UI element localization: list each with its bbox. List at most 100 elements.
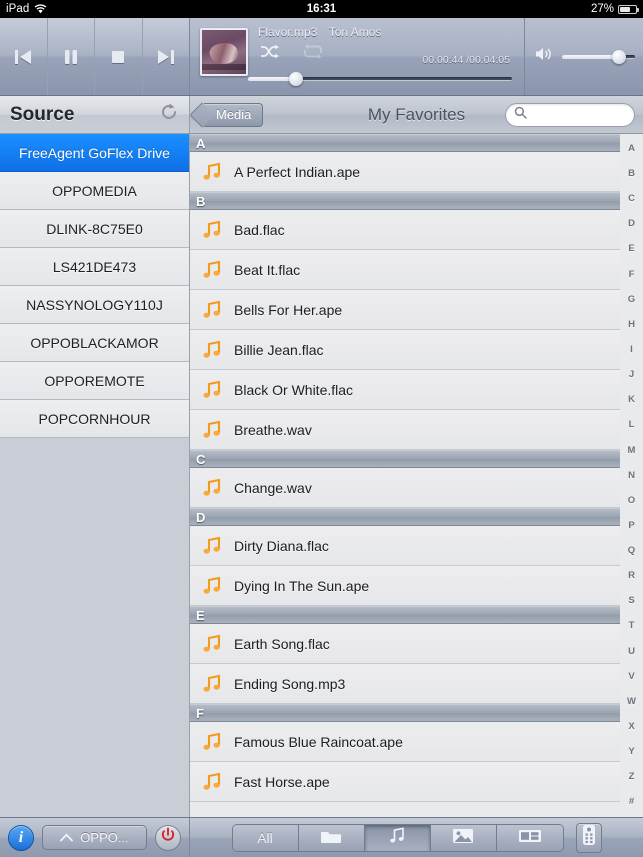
remote-control-button[interactable] [575, 822, 602, 853]
volume-knob[interactable] [611, 49, 626, 64]
segment-all-label: All [257, 829, 273, 846]
index-letter[interactable]: D [628, 219, 635, 229]
index-letter[interactable]: T [629, 621, 635, 631]
source-title: Source [10, 103, 75, 125]
info-icon: i [18, 828, 24, 846]
index-letter[interactable]: F [629, 270, 635, 280]
index-letter[interactable]: G [628, 295, 635, 305]
shuffle-icon[interactable] [260, 44, 280, 64]
sidebar-item[interactable]: POPCORNHOUR [0, 400, 189, 438]
track-row[interactable]: Change.wav [190, 468, 620, 508]
music-note-icon [190, 300, 234, 320]
alphabet-index[interactable]: A B C D E F G H I J K L M N O P Q R S T U V W X Y Z # [620, 134, 643, 817]
track-name: Earth Song.flac [234, 635, 330, 652]
index-letter[interactable]: S [628, 596, 634, 606]
track-row[interactable]: Black Or White.flac [190, 370, 620, 410]
folder-icon [320, 828, 342, 848]
back-button-media[interactable]: Media [202, 102, 264, 127]
seek-knob[interactable] [288, 72, 303, 86]
pause-button[interactable] [47, 18, 95, 95]
track-row[interactable]: A Perfect Indian.ape [190, 152, 620, 192]
index-letter[interactable]: A [628, 144, 635, 154]
track-name: Dirty Diana.flac [234, 537, 329, 554]
index-letter[interactable]: O [628, 496, 635, 506]
bottom-toolbar: i OPPO... All [0, 817, 643, 857]
music-note-icon [190, 634, 234, 654]
next-track-button[interactable] [142, 18, 189, 95]
segment-music[interactable] [364, 824, 431, 851]
index-letter[interactable]: M [628, 445, 636, 456]
track-name: Change.wav [234, 479, 312, 496]
segment-photos[interactable] [430, 824, 497, 851]
music-note-icon [190, 162, 234, 182]
search-input[interactable] [532, 107, 643, 122]
refresh-icon[interactable] [159, 102, 179, 127]
index-letter[interactable]: W [627, 697, 636, 707]
album-art-thumbnail[interactable] [200, 28, 248, 76]
index-letter[interactable]: Z [629, 772, 635, 782]
sidebar-item-label: LS421DE473 [52, 258, 137, 275]
index-letter[interactable]: U [628, 647, 635, 657]
track-row[interactable]: Famous Blue Raincoat.ape [190, 722, 620, 762]
info-button[interactable]: i [8, 824, 34, 851]
index-letter[interactable]: B [628, 169, 635, 179]
segment-videos[interactable] [496, 824, 563, 851]
back-button-label: Media [216, 107, 252, 122]
section-header: B [190, 192, 620, 210]
stop-button[interactable] [95, 18, 143, 95]
sidebar-item[interactable]: OPPOREMOTE [0, 362, 189, 400]
index-letter[interactable]: C [628, 194, 635, 204]
segment-folders[interactable] [298, 824, 365, 851]
media-type-segmented-control: All [231, 823, 564, 852]
volume-icon[interactable] [535, 46, 555, 67]
index-letter[interactable]: H [628, 320, 635, 330]
index-letter[interactable]: L [629, 420, 635, 430]
segment-all[interactable]: All [232, 824, 299, 851]
sidebar-item[interactable]: NASSYNOLOGY110J [0, 286, 189, 324]
track-row[interactable]: Earth Song.flac [190, 624, 620, 664]
previous-track-button[interactable] [0, 18, 48, 95]
index-letter[interactable]: J [629, 370, 634, 380]
repeat-icon[interactable] [302, 44, 324, 64]
power-button[interactable] [155, 824, 181, 851]
track-row[interactable]: Fast Horse.ape [190, 762, 620, 802]
track-row[interactable]: Ending Song.mp3 [190, 664, 620, 704]
search-field[interactable] [505, 102, 643, 127]
index-letter[interactable]: K [628, 395, 635, 405]
sidebar-item[interactable]: OPPOBLACKAMOR [0, 324, 189, 362]
device-selector-label: OPPO... [80, 830, 129, 845]
track-row[interactable]: Beat It.flac [190, 250, 620, 290]
main-body: Source FreeAgent GoFlex Drive OPPOMEDIA DL… [0, 96, 643, 817]
index-letter[interactable]: V [628, 672, 634, 682]
index-letter[interactable]: X [628, 722, 634, 732]
volume-slider[interactable] [562, 49, 635, 64]
section-header-letter: A [196, 135, 206, 151]
index-letter[interactable]: # [629, 797, 634, 807]
index-letter[interactable]: R [628, 571, 635, 581]
section-header: F [190, 704, 620, 722]
music-note-icon [190, 478, 234, 498]
sidebar-item-label: FreeAgent GoFlex Drive [19, 144, 170, 161]
track-row[interactable]: Dirty Diana.flac [190, 526, 620, 566]
index-letter[interactable]: N [628, 471, 635, 481]
video-icon [518, 828, 542, 847]
index-letter[interactable]: E [628, 244, 634, 254]
index-letter[interactable]: P [628, 521, 634, 531]
device-selector-button[interactable]: OPPO... [42, 825, 147, 850]
remote-control-icon [582, 824, 596, 851]
sidebar-item[interactable]: DLINK-8C75E0 [0, 210, 189, 248]
track-row[interactable]: Dying In The Sun.ape [190, 566, 620, 606]
track-name: Bells For Her.ape [234, 301, 343, 318]
index-letter[interactable]: Q [628, 546, 635, 556]
track-row[interactable]: Billie Jean.flac [190, 330, 620, 370]
track-row[interactable]: Bells For Her.ape [190, 290, 620, 330]
seek-slider[interactable] [248, 72, 512, 86]
playback-timecode: 00:00:44 /00:04:05 [422, 54, 510, 66]
sidebar-item[interactable]: FreeAgent GoFlex Drive [0, 134, 189, 172]
index-letter[interactable]: Y [628, 747, 634, 757]
sidebar-item[interactable]: OPPOMEDIA [0, 172, 189, 210]
track-row[interactable]: Breathe.wav [190, 410, 620, 450]
index-letter[interactable]: I [630, 345, 633, 355]
track-row[interactable]: Bad.flac [190, 210, 620, 250]
sidebar-item[interactable]: LS421DE473 [0, 248, 189, 286]
